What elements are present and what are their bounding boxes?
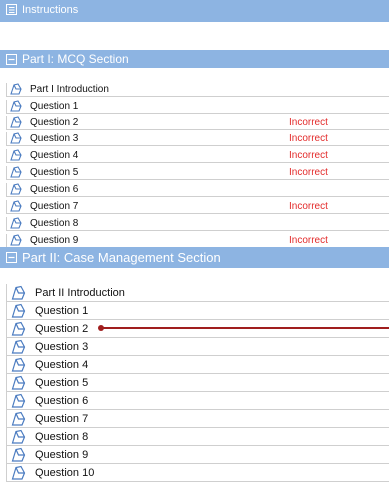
question-label: Question 10	[35, 466, 95, 479]
part1-section-header[interactable]: Part I: MCQ Section	[0, 50, 389, 68]
document-icon	[10, 166, 23, 178]
document-icon	[11, 339, 26, 354]
document-icon	[11, 429, 26, 444]
document-icon	[11, 447, 26, 462]
question-label: Question 7	[35, 412, 89, 425]
part2-question-9[interactable]: Question 9	[6, 446, 389, 464]
document-icon	[10, 83, 23, 95]
part1-introduction-item[interactable]: Part I Introduction	[6, 83, 389, 97]
document-icon	[10, 100, 23, 112]
part1-question-2[interactable]: Question 2 Incorrect	[6, 116, 389, 130]
document-icon	[11, 411, 26, 426]
document-icon	[10, 217, 23, 229]
annotation-pointer-line	[101, 327, 389, 329]
document-icon	[11, 375, 26, 390]
document-icon	[11, 357, 26, 372]
status-text: Incorrect	[289, 166, 328, 178]
part1-question-7[interactable]: Question 7 Incorrect	[6, 200, 389, 214]
question-label: Question 4	[35, 358, 89, 371]
question-label: Question 2	[35, 322, 89, 335]
document-icon	[10, 132, 23, 144]
part2-question-2[interactable]: Question 2	[6, 320, 389, 338]
document-icon	[10, 200, 23, 212]
part2-section-title: Part II: Case Management Section	[22, 250, 221, 265]
status-text: Incorrect	[289, 149, 328, 161]
question-label: Question 6	[30, 183, 79, 195]
part1-introduction-label: Part I Introduction	[30, 83, 109, 95]
part1-question-1[interactable]: Question 1	[6, 100, 389, 114]
checklist-icon	[6, 4, 17, 15]
part2-question-1[interactable]: Question 1	[6, 302, 389, 320]
part2-question-8[interactable]: Question 8	[6, 428, 389, 446]
part2-section-header[interactable]: Part II: Case Management Section	[0, 247, 389, 268]
document-icon	[10, 234, 23, 246]
instructions-label: Instructions	[22, 4, 79, 16]
annotation-pointer-dot	[98, 325, 104, 331]
part2-question-6[interactable]: Question 6	[6, 392, 389, 410]
part2-question-10[interactable]: Question 10	[6, 464, 389, 482]
document-icon	[11, 303, 26, 318]
question-label: Question 7	[30, 200, 79, 212]
question-label: Question 6	[35, 394, 89, 407]
part1-question-6[interactable]: Question 6	[6, 183, 389, 197]
question-label: Question 2	[30, 116, 79, 128]
part1-question-4[interactable]: Question 4 Incorrect	[6, 149, 389, 163]
collapse-icon[interactable]	[6, 53, 17, 65]
question-label: Question 8	[35, 430, 89, 443]
document-icon	[10, 183, 23, 195]
question-label: Question 9	[35, 448, 89, 461]
document-icon	[11, 321, 26, 336]
question-label: Question 1	[35, 304, 89, 317]
collapse-icon[interactable]	[6, 252, 17, 263]
question-label: Question 8	[30, 217, 79, 229]
status-text: Incorrect	[289, 132, 328, 144]
part1-question-5[interactable]: Question 5 Incorrect	[6, 166, 389, 180]
part1-question-8[interactable]: Question 8	[6, 217, 389, 231]
part2-question-3[interactable]: Question 3	[6, 338, 389, 356]
part2-question-7[interactable]: Question 7	[6, 410, 389, 428]
document-icon	[11, 393, 26, 408]
question-label: Question 1	[30, 100, 79, 112]
part1-section-title: Part I: MCQ Section	[22, 52, 129, 66]
document-icon	[11, 285, 26, 300]
question-label: Question 3	[35, 340, 89, 353]
part2-introduction-label: Part II Introduction	[35, 286, 125, 299]
document-icon	[10, 149, 23, 161]
question-label: Question 9	[30, 234, 79, 246]
part1-question-9[interactable]: Question 9 Incorrect	[6, 234, 389, 248]
status-text: Incorrect	[289, 200, 328, 212]
status-text: Incorrect	[289, 116, 328, 128]
part1-question-3[interactable]: Question 3 Incorrect	[6, 132, 389, 146]
question-label: Question 5	[35, 376, 89, 389]
part2-question-4[interactable]: Question 4	[6, 356, 389, 374]
question-label: Question 5	[30, 166, 79, 178]
document-icon	[11, 465, 26, 480]
status-text: Incorrect	[289, 234, 328, 246]
part2-question-5[interactable]: Question 5	[6, 374, 389, 392]
question-label: Question 3	[30, 132, 79, 144]
part2-introduction-item[interactable]: Part II Introduction	[6, 284, 389, 302]
document-icon	[10, 116, 23, 128]
question-label: Question 4	[30, 149, 79, 161]
instructions-header[interactable]: Instructions	[0, 0, 389, 22]
